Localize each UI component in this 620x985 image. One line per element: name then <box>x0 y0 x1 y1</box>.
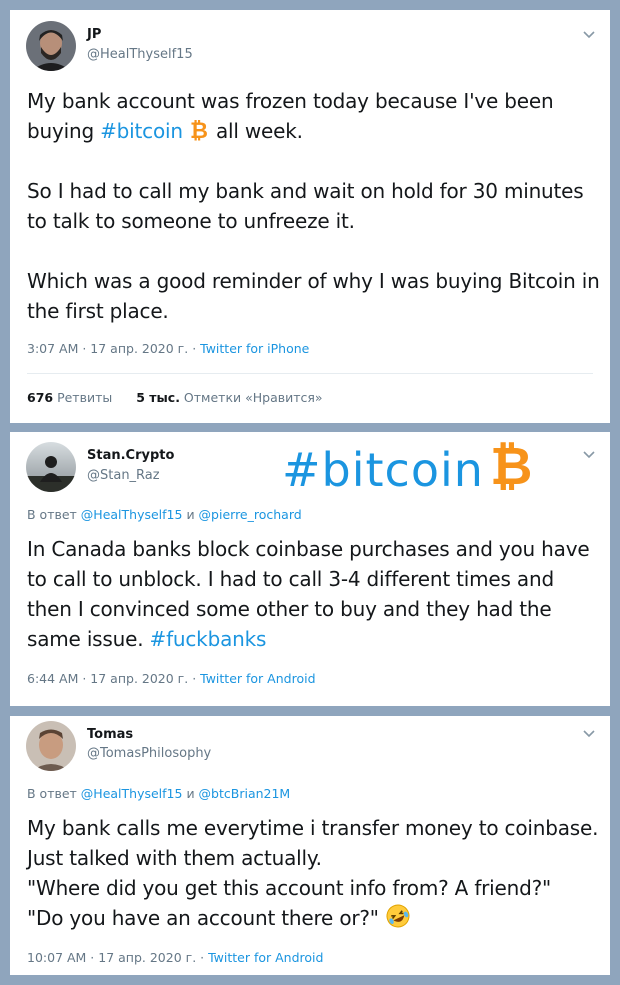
avatar[interactable] <box>26 442 76 492</box>
reply-prefix: В ответ <box>27 507 81 522</box>
reply-and: и <box>182 786 199 801</box>
tweet-card-jp: JP @HealThyself15 My bank account was fr… <box>10 10 610 423</box>
chevron-down-icon[interactable] <box>582 450 596 460</box>
bitcoin-overlay-hashtag: #bitcoin ₿ <box>282 434 536 497</box>
source-link[interactable]: Twitter for Android <box>200 671 315 686</box>
tweet-meta: 10:07 AM · 17 апр. 2020 г. · Twitter for… <box>27 950 323 965</box>
tweet-text: My bank calls me everytime i transfer mo… <box>27 813 602 933</box>
reply-mention[interactable]: @pierre_rochard <box>199 507 302 522</box>
timestamp[interactable]: 3:07 AM · 17 апр. 2020 г. · <box>27 341 200 356</box>
likes-label: Отметки «Нравится» <box>179 390 323 405</box>
reply-mention[interactable]: @HealThyself15 <box>81 507 183 522</box>
chevron-down-icon[interactable] <box>582 30 596 40</box>
display-name[interactable]: JP <box>87 27 101 42</box>
avatar[interactable] <box>26 21 76 71</box>
user-handle[interactable]: @TomasPhilosophy <box>87 746 211 761</box>
tweet-text: In Canada banks block coinbase purchases… <box>27 534 602 654</box>
user-handle[interactable]: @HealThyself15 <box>87 47 193 62</box>
divider <box>27 373 593 374</box>
retweets-count: 676 <box>27 390 54 405</box>
reply-mention[interactable]: @HealThyself15 <box>81 786 183 801</box>
display-name[interactable]: Stan.Crypto <box>87 448 174 463</box>
chevron-down-icon[interactable] <box>582 729 596 739</box>
bitcoin-icon: ₿ <box>490 437 533 497</box>
source-link[interactable]: Twitter for Android <box>208 950 323 965</box>
reply-context: В ответ @HealThyself15 и @pierre_rochard <box>27 507 302 522</box>
rolling-laughing-emoji <box>386 904 410 928</box>
reply-mention[interactable]: @btcBrian21M <box>199 786 291 801</box>
tweet-meta: 3:07 AM · 17 апр. 2020 г. · Twitter for … <box>27 341 309 356</box>
reply-context: В ответ @HealThyself15 и @btcBrian21M <box>27 786 290 801</box>
hashtag-link[interactable]: #fuckbanks <box>150 627 267 651</box>
timestamp[interactable]: 6:44 AM · 17 апр. 2020 г. · <box>27 671 200 686</box>
tweet-text-part: My bank calls me everytime i transfer mo… <box>27 816 599 930</box>
source-link[interactable]: Twitter for iPhone <box>200 341 309 356</box>
tweet-stats: 676 Ретвиты 5 тыс. Отметки «Нравится» <box>27 390 323 405</box>
timestamp[interactable]: 10:07 AM · 17 апр. 2020 г. · <box>27 950 208 965</box>
display-name[interactable]: Tomas <box>87 727 133 742</box>
reply-prefix: В ответ <box>27 786 81 801</box>
likes-stat[interactable]: 5 тыс. Отметки «Нравится» <box>136 390 322 405</box>
retweets-label: Ретвиты <box>53 390 113 405</box>
tweet-text: My bank account was frozen today because… <box>27 86 602 326</box>
tweet-meta: 6:44 AM · 17 апр. 2020 г. · Twitter for … <box>27 671 316 686</box>
hashtag-link[interactable]: #bitcoin <box>100 119 183 143</box>
user-handle[interactable]: @Stan_Raz <box>87 468 160 483</box>
tweet-text-part: In Canada banks block coinbase purchases… <box>27 537 590 651</box>
tweet-text-part: all week. So I had to call my bank and w… <box>27 119 600 323</box>
retweets-stat[interactable]: 676 Ретвиты <box>27 390 112 405</box>
tweet-card-stan: Stan.Crypto @Stan_Raz #bitcoin ₿ В ответ … <box>10 432 610 706</box>
avatar[interactable] <box>26 721 76 771</box>
likes-count: 5 тыс. <box>136 390 180 405</box>
svg-text:₿: ₿ <box>490 437 533 494</box>
svg-text:₿: ₿ <box>190 119 208 142</box>
reply-and: и <box>182 507 199 522</box>
overlay-hashtag-text: #bitcoin <box>282 443 484 497</box>
tweet-card-tomas: Tomas @TomasPhilosophy В ответ @HealThys… <box>10 716 610 975</box>
bitcoin-icon: ₿ <box>190 119 208 142</box>
